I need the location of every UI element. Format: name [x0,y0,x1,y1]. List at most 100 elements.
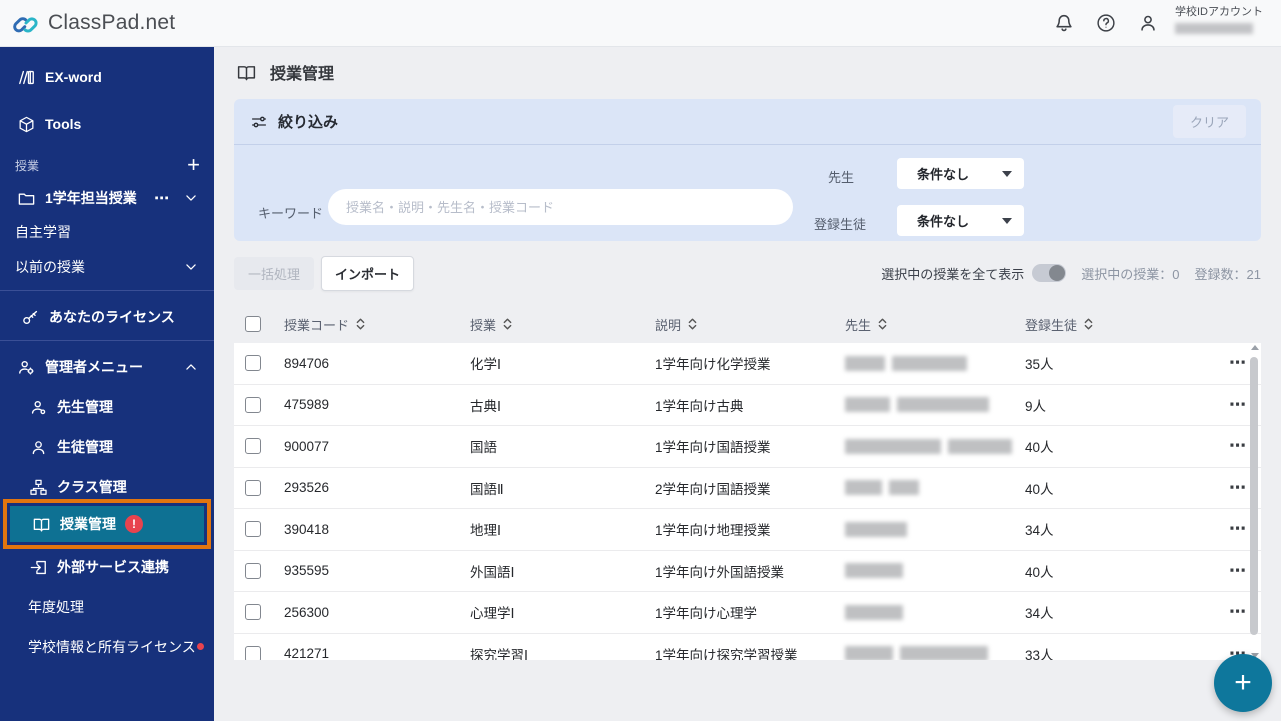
chevron-up-icon[interactable] [184,360,198,374]
alert-badge: ! [125,515,143,533]
open-book-icon [237,65,256,80]
cell-students: 9人 [1025,398,1047,414]
sidebar-item-your-license[interactable]: あなたのライセンス [0,302,214,332]
open-book-icon [33,518,50,532]
sidebar-item-exword[interactable]: EX-word [0,62,214,92]
sidebar-item-label: 生徒管理 [57,439,113,455]
sidebar-item-external-service[interactable]: 外部サービス連携 [0,552,214,582]
table-row[interactable]: 256300 心理学Ⅰ 1学年向け心理学 34人 ⋯ [234,592,1261,634]
sidebar-section-classes: 授業 + [0,150,214,180]
show-selected-toggle[interactable] [1032,264,1067,282]
sort-icon[interactable] [1083,317,1094,331]
classpad-logo[interactable]: ClassPad.net [0,10,175,36]
table-row[interactable]: 475989 古典Ⅰ 1学年向け古典 9人 ⋯ [234,384,1261,426]
row-checkbox[interactable] [245,521,261,538]
table-row[interactable]: 894706 化学Ⅰ 1学年向け化学授業 35人 ⋯ [234,343,1261,385]
add-class-button[interactable]: + [187,154,200,176]
table-scrollbar[interactable] [1249,345,1260,658]
sidebar-item-previous-classes[interactable]: 以前の授業 [0,252,214,282]
teacher-filter-dropdown[interactable]: 条件なし [897,158,1024,189]
selected-count: 選択中の授業：0 [1081,266,1180,282]
cell-students: 40人 [1025,481,1054,497]
table-header-row: 授業コード 授業 説明 先生 登録生徒 [234,305,1261,343]
cell-subject: 探究学習Ⅰ [470,647,528,660]
link-icon [13,17,38,33]
cell-code: 894706 [284,355,330,371]
scrollbar-thumb[interactable] [1250,357,1258,635]
sidebar-item-class-folder[interactable]: 1学年担当授業 ⋯ [0,183,214,213]
cell-description: 1学年向け古典 [655,398,744,414]
table-row[interactable]: 900077 国語 1学年向け国語授業 40人 ⋯ [234,426,1261,468]
sidebar-item-label: 1学年担当授業 [45,190,137,206]
account-type-label: 学校IDアカウント [1175,6,1263,18]
sidebar-item-admin-menu[interactable]: 管理者メニュー [0,352,214,382]
column-header-code[interactable]: 授業コード [284,315,470,334]
page-title: 授業管理 [236,60,334,84]
cell-description: 1学年向け化学授業 [655,357,771,373]
table-row[interactable]: 421271 探究学習Ⅰ 1学年向け探究学習授業 33人 ⋯ [234,633,1261,660]
table-row[interactable]: 935595 外国語Ⅰ 1学年向け外国語授業 40人 ⋯ [234,550,1261,592]
external-link-box-icon [30,560,46,574]
cell-code: 256300 [284,604,330,620]
table-row[interactable]: 390418 地理Ⅰ 1学年向け地理授業 34人 ⋯ [234,509,1261,551]
cell-teacher-redacted [845,480,1025,496]
row-checkbox[interactable] [245,604,261,621]
cell-teacher-redacted [845,521,1025,537]
student-person-icon [32,440,45,454]
help-icon[interactable] [1095,12,1117,34]
row-checkbox[interactable] [245,562,261,579]
batch-process-button[interactable]: 一括処理 [234,256,315,290]
row-checkbox[interactable] [245,355,261,372]
sidebar-item-teacher-mgmt[interactable]: 先生管理 [0,392,214,422]
sort-icon[interactable] [502,317,513,331]
keyword-search-input[interactable] [328,189,793,225]
cell-code: 475989 [284,397,330,413]
sidebar-item-self-study[interactable]: 自主学習 [0,217,214,247]
cell-description: 1学年向け心理学 [655,606,758,622]
sidebar-item-label: 以前の授業 [15,259,85,275]
sort-icon[interactable] [687,317,698,331]
cell-subject: 国語 [470,440,497,456]
tools-cube-icon [19,116,34,132]
folder-icon [18,192,35,205]
column-header-students[interactable]: 登録生徒 [1025,315,1155,334]
chevron-down-icon[interactable] [184,191,198,205]
cell-description: 1学年向け国語授業 [655,440,771,456]
import-button[interactable]: インポート [321,255,415,291]
sort-icon[interactable] [355,317,366,331]
show-selected-label: 選択中の授業を全て表示 [881,266,1025,282]
sidebar-item-year-process[interactable]: 年度処理 [0,592,214,622]
chevron-down-icon[interactable] [184,260,198,274]
sidebar-item-class-mgmt[interactable]: クラス管理 [0,472,214,502]
keyword-label: キーワード [258,206,324,221]
cell-subject: 国語Ⅱ [470,481,504,497]
account-info[interactable]: 学校IDアカウント [1175,7,1263,39]
row-checkbox[interactable] [245,645,261,660]
column-header-subject[interactable]: 授業 [470,315,655,334]
select-all-checkbox[interactable] [245,316,261,332]
table-row[interactable]: 293526 国語Ⅱ 2学年向け国語授業 40人 ⋯ [234,467,1261,509]
column-header-teacher[interactable]: 先生 [845,315,1025,334]
column-header-description[interactable]: 説明 [655,315,845,334]
row-checkbox[interactable] [245,438,261,455]
sidebar-item-school-info[interactable]: 学校情報と所有ライセンス [0,632,214,662]
notification-bell-icon[interactable] [1053,12,1075,34]
user-account-icon[interactable] [1137,12,1159,34]
teacher-person-icon [31,400,46,414]
sidebar-item-tools[interactable]: Tools [0,109,214,139]
row-checkbox[interactable] [245,396,261,413]
clear-filter-button[interactable]: クリア [1172,105,1246,138]
row-checkbox[interactable] [245,479,261,496]
class-folder-options-button[interactable]: ⋯ [154,189,170,207]
students-filter-dropdown[interactable]: 条件なし [897,205,1024,236]
sidebar-item-student-mgmt[interactable]: 生徒管理 [0,432,214,462]
cell-subject: 化学Ⅰ [470,357,501,373]
page-title-text: 授業管理 [270,66,335,83]
add-class-fab-button[interactable]: + [1214,654,1272,712]
sidebar-item-lesson-mgmt[interactable]: 授業管理 ! [10,506,204,542]
cell-description: 2学年向け国語授業 [655,481,771,497]
cell-students: 34人 [1025,606,1054,622]
scroll-up-arrow[interactable] [1251,345,1259,350]
sort-icon[interactable] [877,317,888,331]
sidebar-item-label: Tools [45,116,82,132]
